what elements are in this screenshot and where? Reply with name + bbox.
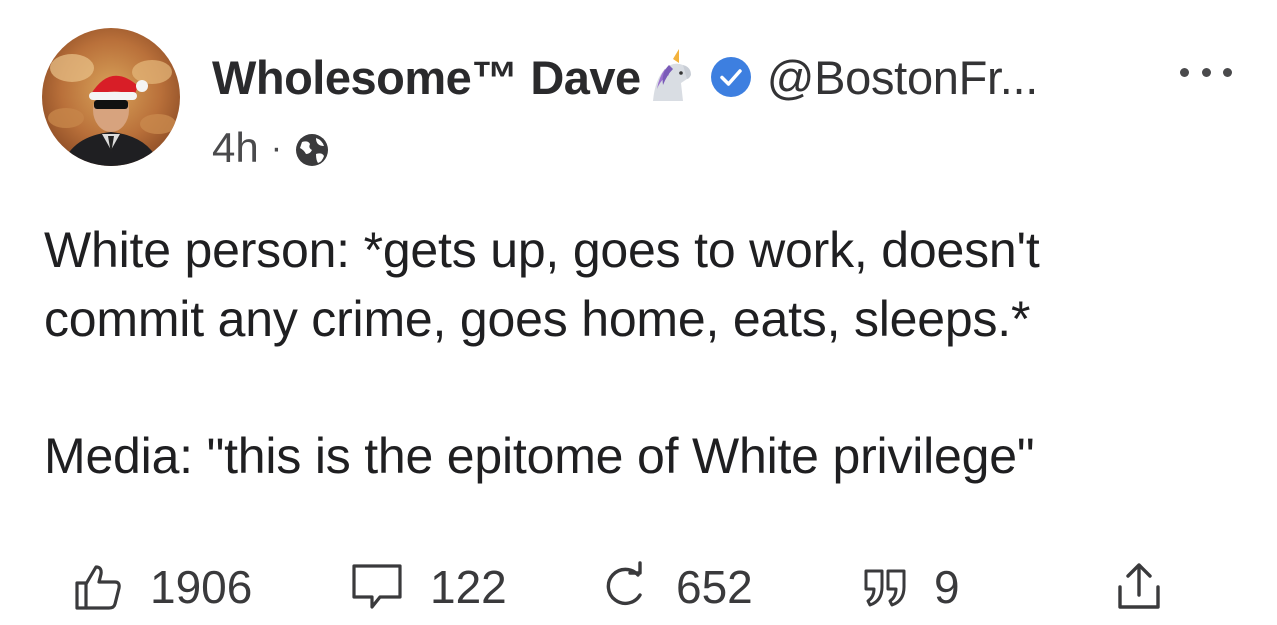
like-button[interactable]: 1906 bbox=[72, 555, 252, 619]
post-text-line: Media: "this is the epitome of White pri… bbox=[44, 428, 1035, 484]
post-text-line: White person: *gets up, goes to work, do… bbox=[44, 222, 1040, 278]
post-timestamp[interactable]: 4h bbox=[212, 124, 259, 172]
verified-badge-icon bbox=[709, 55, 753, 99]
dot-icon bbox=[1223, 67, 1232, 77]
dot-icon bbox=[1201, 67, 1211, 77]
quote-icon bbox=[860, 561, 912, 613]
post-text-line: commit any crime, goes home, eats, sleep… bbox=[44, 291, 1031, 347]
dot-icon bbox=[1180, 67, 1189, 77]
meta-separator: · bbox=[270, 128, 283, 167]
like-count: 1906 bbox=[150, 561, 253, 613]
quote-button[interactable]: 9 bbox=[860, 555, 960, 619]
post-body: White person: *gets up, goes to work, do… bbox=[44, 216, 1234, 491]
repost-icon bbox=[600, 561, 650, 613]
comment-button[interactable]: 122 bbox=[350, 555, 507, 619]
repost-button[interactable]: 652 bbox=[600, 555, 753, 619]
author-handle[interactable]: @BostonFr... bbox=[767, 50, 1039, 105]
more-options-button[interactable] bbox=[1180, 60, 1232, 84]
comment-count: 122 bbox=[430, 561, 507, 613]
action-bar: 1906 122 652 9 bbox=[0, 555, 1277, 619]
quote-count: 9 bbox=[934, 561, 960, 613]
share-icon bbox=[1114, 561, 1164, 613]
comment-icon bbox=[350, 561, 404, 613]
post-meta: 4h · bbox=[212, 122, 330, 174]
thumbs-up-icon bbox=[72, 561, 124, 613]
author-display-name[interactable]: Wholesome™ Dave bbox=[212, 50, 641, 105]
globe-icon bbox=[294, 130, 330, 166]
author-avatar[interactable] bbox=[42, 28, 180, 166]
post-card: Wholesome™ Dave @BostonFr... 4h · White … bbox=[0, 0, 1277, 625]
repost-count: 652 bbox=[676, 561, 753, 613]
share-button[interactable] bbox=[1114, 555, 1164, 619]
author-name-row: Wholesome™ Dave @BostonFr... bbox=[212, 42, 1038, 112]
unicorn-icon bbox=[643, 49, 695, 105]
